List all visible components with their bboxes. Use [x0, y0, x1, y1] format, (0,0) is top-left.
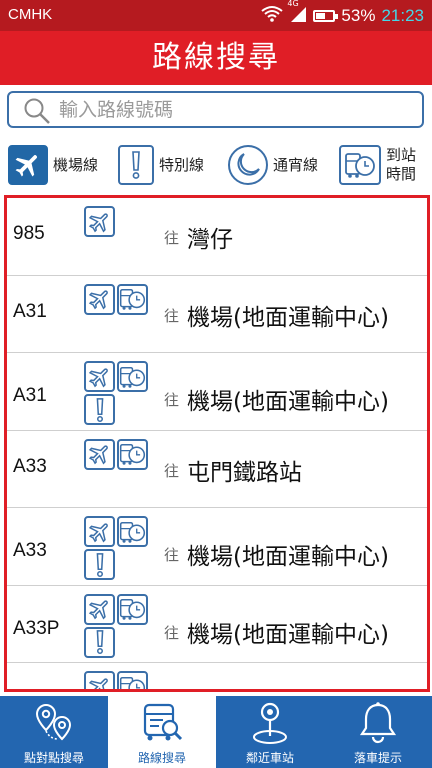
legend-label: 機場線: [53, 155, 99, 174]
route-number: 985: [13, 223, 45, 244]
search-icon: [23, 97, 51, 129]
bus-clock-icon: [117, 361, 148, 392]
page-title: 路線搜尋: [152, 40, 280, 75]
route-type-icons: [84, 206, 150, 237]
route-type-icons: [84, 438, 150, 470]
nav-route-search[interactable]: 路線搜尋: [108, 696, 216, 768]
airplane-icon: [8, 145, 48, 185]
route-row[interactable]: A33 往機場(地面運輸中心): [7, 508, 427, 586]
route-number-input[interactable]: [59, 96, 419, 124]
legend-arrival-time[interactable]: 到站 時間: [339, 145, 416, 185]
nav-label: 路線搜尋: [137, 751, 186, 765]
bus-clock-icon: [117, 283, 148, 315]
moon-icon: [228, 145, 268, 185]
destination: 屯門鐵路站: [187, 459, 302, 486]
bell-icon: [324, 700, 432, 746]
bottom-nav: 點對點搜尋 路線搜尋 鄰近車站 落車提示: [0, 696, 432, 768]
destination: 灣仔: [187, 227, 233, 253]
airplane-icon: [84, 593, 115, 625]
route-row[interactable]: A33P 往機場(地面運輸中心): [7, 586, 427, 663]
battery-percent: 53%: [341, 6, 376, 25]
route-type-icons: [84, 516, 150, 580]
bus-clock-icon: [117, 671, 148, 689]
nav-label: 點對點搜尋: [23, 751, 84, 765]
route-list[interactable]: 985 往灣仔 A31 往機場(地面運輸中心) A31 往機場(地面運輸中心) A33 往屯門…: [4, 195, 430, 692]
route-number: A33: [13, 540, 47, 561]
route-number: A33: [13, 455, 47, 477]
route-type-icons: [84, 671, 150, 689]
exclamation-icon: [84, 549, 115, 580]
route-type-icons: [84, 361, 150, 425]
airplane-icon: [84, 671, 115, 689]
towards-label: 往: [164, 546, 180, 564]
legend-label: 到站 時間: [386, 146, 417, 183]
airplane-icon: [84, 361, 115, 392]
nav-label: 落車提示: [353, 751, 402, 765]
bus-clock-icon: [339, 145, 381, 185]
towards-label: 往: [164, 229, 180, 247]
towards-label: 往: [164, 461, 180, 480]
route-type-legend: 機場線 特別線 通宵線 到站 時間: [0, 139, 432, 191]
nav-label: 鄰近車站: [245, 751, 294, 765]
towards-label: 往: [164, 306, 180, 325]
legend-label: 特別線: [159, 155, 205, 174]
nav-alight-alert[interactable]: 落車提示: [324, 696, 432, 768]
wifi-icon: [261, 5, 284, 27]
route-row[interactable]: [7, 663, 427, 689]
route-row[interactable]: A31 往機場(地面運輸中心): [7, 353, 427, 431]
towards-label: 往: [164, 391, 180, 409]
map-pin-icon: [216, 700, 324, 746]
airplane-icon: [84, 206, 115, 237]
bus-clock-icon: [117, 593, 148, 625]
status-bar: CMHK 4G 53% 21:23: [0, 0, 432, 31]
nav-point-to-point-search[interactable]: 點對點搜尋: [0, 696, 108, 768]
carrier-name: CMHK: [8, 6, 53, 23]
airplane-icon: [84, 516, 115, 547]
route-number: A31: [13, 385, 47, 406]
legend-label: 通宵線: [273, 155, 319, 174]
nav-nearby-stops[interactable]: 鄰近車站: [216, 696, 324, 768]
towards-label: 往: [164, 623, 180, 642]
battery-icon: [313, 10, 339, 22]
destination: 機場(地面運輸中心): [187, 304, 389, 331]
route-search-icon: [108, 700, 216, 746]
clock: 21:23: [381, 6, 424, 25]
bus-clock-icon: [117, 516, 148, 547]
exclamation-icon: [84, 394, 115, 425]
destination: 機場(地面運輸中心): [187, 389, 389, 415]
route-number: A31: [13, 300, 47, 322]
airplane-icon: [84, 283, 115, 315]
legend-special-line[interactable]: 特別線: [118, 145, 204, 185]
destination: 機場(地面運輸中心): [187, 544, 389, 570]
app-header: 路線搜尋: [0, 31, 432, 85]
route-row[interactable]: A33 往屯門鐵路站: [7, 431, 427, 508]
route-number: A33P: [13, 617, 60, 639]
location-pins-icon: [0, 700, 108, 746]
signal-icon: 4G: [287, 0, 307, 27]
search-box[interactable]: [7, 91, 424, 128]
legend-airport-line[interactable]: 機場線: [8, 145, 98, 185]
exclamation-icon: [84, 626, 115, 658]
destination: 機場(地面運輸中心): [187, 621, 389, 648]
airplane-icon: [84, 438, 115, 470]
exclamation-icon: [118, 145, 154, 185]
route-row[interactable]: 985 往灣仔: [7, 198, 427, 276]
route-type-icons: [84, 283, 150, 315]
legend-overnight-line[interactable]: 通宵線: [228, 145, 318, 185]
bus-clock-icon: [117, 438, 148, 470]
network-type: 4G: [287, 0, 299, 8]
route-type-icons: [84, 593, 150, 658]
route-row[interactable]: A31 往機場(地面運輸中心): [7, 276, 427, 353]
